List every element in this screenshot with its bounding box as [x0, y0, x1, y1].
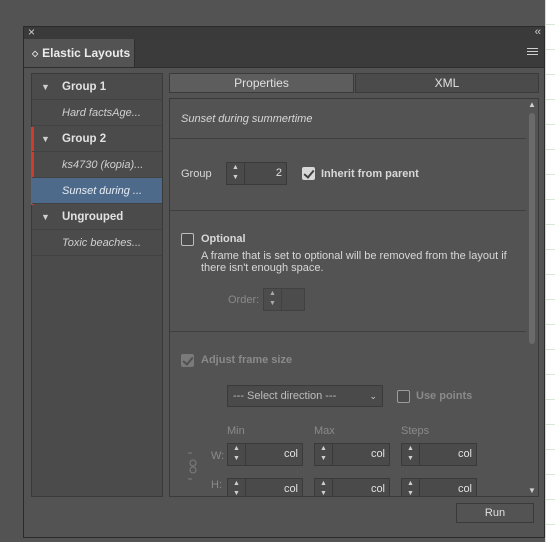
list-item[interactable]: ks4730 (kopia)... — [32, 152, 162, 178]
unit-label: col — [457, 483, 472, 495]
properties-area: Properties XML Sunset during summertime … — [169, 73, 539, 497]
scroll-down-icon[interactable]: ▼ — [528, 486, 536, 495]
close-icon[interactable]: × — [28, 25, 35, 39]
properties-tabs: Properties XML — [169, 73, 539, 93]
w-max-stepper[interactable]: ▲ ▼ col — [314, 443, 390, 466]
adjust-label: Adjust frame size — [201, 354, 293, 366]
properties-content: Sunset during summertime Group ▲ ▼ 2 Inhe… — [169, 98, 539, 497]
group-row-ungrouped[interactable]: ▼ Ungrouped — [32, 204, 162, 230]
group-label: Ungrouped — [62, 211, 124, 223]
row-label-h: H: — [211, 479, 222, 491]
spreadsheet-background — [545, 0, 555, 542]
elastic-layouts-panel: × ‹‹ ◇ Elastic Layouts ▼ Group 1 Hard fac… — [23, 25, 545, 538]
chevron-down-icon: ⌄ — [369, 391, 377, 401]
stepper-arrows-icon[interactable]: ▲ ▼ — [227, 163, 245, 184]
stepper-arrows-icon[interactable]: ▲ ▼ — [315, 479, 333, 496]
scroll-up-icon[interactable]: ▲ — [528, 100, 536, 109]
optional-description-line-1: A frame that is set to optional will be … — [201, 250, 507, 262]
use-points-checkbox[interactable] — [397, 390, 410, 403]
updown-icon: ◇ — [32, 48, 39, 58]
inherit-label: Inherit from parent — [321, 168, 419, 180]
panel-tab-bar: ◇ Elastic Layouts — [24, 39, 544, 68]
properties-scrollbar[interactable]: ▲ ▼ — [526, 99, 538, 496]
chevron-down-icon[interactable]: ▼ — [41, 126, 50, 152]
list-item[interactable]: Hard factsAge... — [32, 100, 162, 126]
unit-label: col — [283, 483, 298, 495]
stepper-arrows-icon[interactable]: ▲ ▼ — [315, 444, 333, 465]
w-min-stepper[interactable]: ▲ ▼ col — [227, 443, 303, 466]
list-item-selected[interactable]: Sunset during ... — [32, 178, 162, 204]
h-steps-stepper[interactable]: ▲ ▼ col — [401, 478, 477, 496]
chevron-down-icon[interactable]: ▼ — [41, 204, 50, 230]
list-item[interactable]: Toxic beaches... — [32, 230, 162, 256]
adjust-section: Adjust frame size --- Select direction -… — [170, 332, 528, 496]
link-proportions-icon[interactable] — [186, 451, 200, 481]
optional-checkbox[interactable] — [181, 233, 194, 246]
h-min-stepper[interactable]: ▲ ▼ col — [227, 478, 303, 496]
frame-name: Sunset during summertime — [181, 113, 313, 125]
tab-properties[interactable]: Properties — [169, 73, 354, 93]
col-header-max: Max — [314, 425, 335, 437]
order-label: Order: — [228, 294, 260, 306]
panel-menu-icon[interactable] — [527, 48, 538, 57]
optional-description-line-2: there isn't enough space. — [201, 262, 324, 274]
use-points-label: Use points — [416, 390, 473, 402]
col-header-steps: Steps — [401, 425, 430, 437]
group-label: Group — [181, 168, 212, 180]
collapse-icon[interactable]: ‹‹ — [535, 25, 541, 39]
group-section: Group ▲ ▼ 2 Inherit from parent — [170, 139, 528, 211]
row-label-w: W: — [211, 450, 225, 462]
w-steps-stepper[interactable]: ▲ ▼ col — [401, 443, 477, 466]
group-stepper[interactable]: ▲ ▼ 2 — [226, 162, 287, 185]
col-header-min: Min — [227, 425, 245, 437]
group-label: Group 2 — [62, 133, 107, 145]
stepper-arrows-icon[interactable]: ▲ ▼ — [228, 444, 246, 465]
unit-label: col — [370, 448, 385, 460]
chevron-down-icon[interactable]: ▼ — [41, 74, 50, 100]
tab-xml[interactable]: XML — [355, 73, 539, 93]
inherit-checkbox[interactable] — [302, 167, 315, 180]
direction-select[interactable]: --- Select direction --- ⌄ — [227, 385, 383, 407]
frame-list: ▼ Group 1 Hard factsAge... ▼ Group 2 ks4… — [31, 73, 163, 497]
run-button[interactable]: Run — [456, 503, 534, 523]
h-max-stepper[interactable]: ▲ ▼ col — [314, 478, 390, 496]
direction-placeholder: --- Select direction --- — [233, 390, 337, 402]
unit-label: col — [283, 448, 298, 460]
group-label: Group 1 — [62, 81, 107, 93]
group-row-2[interactable]: ▼ Group 2 — [32, 126, 162, 152]
frame-name-section: Sunset during summertime — [170, 99, 528, 139]
stepper-arrows-icon[interactable]: ▲ ▼ — [228, 479, 246, 496]
adjust-checkbox[interactable] — [181, 354, 194, 367]
tab-elastic-layouts[interactable]: ◇ Elastic Layouts — [24, 39, 135, 67]
group-row-1[interactable]: ▼ Group 1 — [32, 74, 162, 100]
unit-label: col — [370, 483, 385, 495]
stepper-arrows-icon[interactable]: ▲ ▼ — [402, 479, 420, 496]
tab-title: Elastic Layouts — [42, 46, 131, 60]
scroll-thumb[interactable] — [529, 113, 535, 344]
order-stepper[interactable]: ▲ ▼ — [263, 288, 305, 311]
stepper-arrows-icon[interactable]: ▲ ▼ — [264, 289, 282, 310]
stepper-arrows-icon[interactable]: ▲ ▼ — [402, 444, 420, 465]
optional-label: Optional — [201, 233, 246, 245]
unit-label: col — [457, 448, 472, 460]
group-value: 2 — [275, 167, 282, 179]
optional-section: Optional A frame that is set to optional… — [170, 211, 528, 332]
